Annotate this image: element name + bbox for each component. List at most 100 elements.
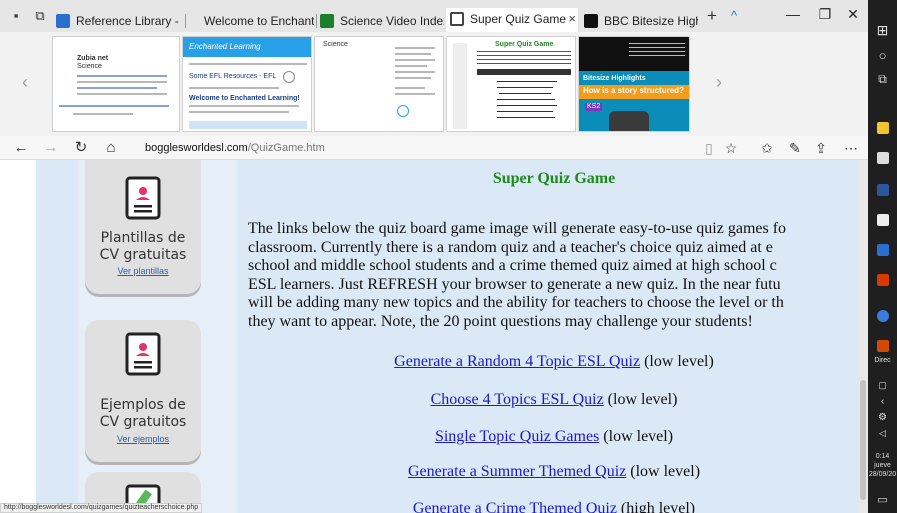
tray-expand-icon[interactable]: ‹ bbox=[868, 396, 897, 407]
quiz-link-row: Generate a Crime Themed Quiz (high level… bbox=[248, 500, 860, 513]
system-clock[interactable]: 0:14 jueve 28/09/20 bbox=[868, 452, 897, 479]
volume-icon[interactable]: ◁ bbox=[868, 428, 897, 439]
action-center-icon[interactable]: ▭ bbox=[868, 493, 897, 506]
quiz-level-text: (low level) bbox=[626, 463, 701, 480]
preview-text: Welcome to Enchanted Learning! bbox=[189, 95, 300, 102]
task-view-icon[interactable]: ⧉ bbox=[868, 72, 897, 87]
set-aside-tabs-icon[interactable]: ⧉ bbox=[30, 6, 50, 26]
reading-view-icon[interactable]: ▯ bbox=[698, 138, 720, 158]
favicon-icon bbox=[56, 14, 70, 28]
url-path: /QuizGame.htm bbox=[247, 142, 325, 154]
tab-preview-super-quiz-game[interactable]: Super Quiz Game bbox=[446, 36, 576, 132]
tab-preview-enchanted-learning[interactable]: Enchanted Learning Some EFL Resources - … bbox=[182, 36, 312, 132]
address-bar-row: ← → ↻ ⌂ bogglesworldesl.com/QuizGame.htm… bbox=[0, 136, 868, 160]
bbc-favicon-icon bbox=[584, 14, 598, 28]
close-tab-icon[interactable]: × bbox=[568, 8, 576, 30]
more-menu-icon[interactable]: ⋯ bbox=[840, 138, 862, 158]
store-icon[interactable] bbox=[877, 152, 889, 164]
quiz-link-row: Generate a Random 4 Topic ESL Quiz (low … bbox=[248, 353, 860, 371]
card-title-line1: Plantillas de bbox=[100, 230, 186, 246]
tab-preview-reference-library[interactable]: Zubia net Science bbox=[52, 36, 180, 132]
intro-line: ESL learners. Just REFRESH your browser … bbox=[248, 275, 781, 293]
notification-icon[interactable]: ▢ bbox=[868, 380, 897, 391]
tab-list-chevron-up-icon[interactable]: ^ bbox=[724, 6, 744, 26]
powerpoint-icon[interactable] bbox=[877, 274, 889, 286]
card-title-line2: CV gratuitos bbox=[99, 414, 187, 430]
quiz-level-text: (low level) bbox=[640, 353, 714, 370]
minimize-button[interactable]: — bbox=[778, 6, 808, 22]
refresh-icon[interactable]: ↻ bbox=[70, 138, 92, 158]
back-arrow-icon[interactable]: ← bbox=[10, 138, 32, 158]
tab-preview-bbc-bitesize[interactable]: Bitesize Highlights How is a story struc… bbox=[578, 36, 690, 132]
favorites-hub-icon[interactable]: ✩ bbox=[756, 138, 778, 158]
clock-date: 28/09/20 bbox=[868, 471, 897, 478]
web-note-pen-icon[interactable]: ✎ bbox=[784, 138, 806, 158]
browser-window: ▪ ⧉ Reference Library - Science Welcome … bbox=[0, 0, 868, 513]
tab-label: Reference Library - Science bbox=[76, 14, 182, 28]
tab-actions-icon[interactable]: ▪ bbox=[6, 6, 26, 26]
close-window-button[interactable]: ✕ bbox=[838, 6, 868, 23]
card-title-line2: CV gratuitas bbox=[99, 247, 187, 263]
cortana-circle-icon[interactable]: ○ bbox=[868, 48, 897, 63]
cv-examples-card[interactable]: Ejemplos de CV gratuitos Ver ejemplos bbox=[85, 320, 201, 462]
status-bar-url: http://bogglesworldesl.com/quizgames/qui… bbox=[0, 503, 203, 513]
cv-templates-card[interactable]: Plantillas de CV gratuitas Ver plantilla… bbox=[85, 160, 201, 294]
preview-scroll-left-icon[interactable]: ‹ bbox=[22, 72, 28, 93]
document-icon bbox=[125, 176, 161, 220]
tab-enchanted-learning[interactable]: Welcome to Enchanted Lear bbox=[186, 10, 314, 32]
chrome-icon[interactable] bbox=[877, 310, 889, 322]
tab-label: Science Video Index bbox=[340, 14, 444, 28]
choose-4-topics-quiz-link[interactable]: Choose 4 Topics ESL Quiz bbox=[431, 391, 604, 408]
preview-text: Science bbox=[77, 63, 102, 70]
windows-start-icon[interactable]: ⊞ bbox=[868, 22, 897, 39]
tab-bar: ▪ ⧉ Reference Library - Science Welcome … bbox=[0, 0, 868, 32]
preview-text: Bitesize Highlights bbox=[583, 75, 646, 82]
url-domain: bogglesworldesl.com bbox=[145, 142, 248, 154]
scrollbar-thumb[interactable] bbox=[860, 380, 866, 500]
main-content: Super Quiz Game The links below the quiz… bbox=[248, 160, 868, 513]
document-icon bbox=[125, 332, 161, 376]
web-page: Plantillas de CV gratuitas Ver plantilla… bbox=[0, 160, 868, 513]
page-favicon-icon bbox=[450, 12, 464, 26]
quiz-link-row: Generate a Summer Themed Quiz (low level… bbox=[248, 463, 860, 481]
favorite-star-icon[interactable]: ☆ bbox=[720, 138, 742, 158]
new-tab-button[interactable]: + bbox=[702, 6, 722, 26]
intro-line: they want to appear. Note, the 20 point … bbox=[248, 312, 753, 330]
restore-button[interactable]: ❐ bbox=[810, 6, 840, 23]
mail-icon[interactable] bbox=[877, 214, 889, 226]
intro-line: will be adding many new topics and the a… bbox=[248, 294, 784, 311]
word-icon[interactable] bbox=[877, 184, 889, 196]
single-topic-quiz-link[interactable]: Single Topic Quiz Games bbox=[435, 428, 599, 445]
preview-text: How is a story structured? bbox=[583, 86, 684, 95]
intro-paragraph: The links below the quiz board game imag… bbox=[248, 220, 868, 331]
view-templates-link[interactable]: Ver plantillas bbox=[85, 266, 201, 276]
tab-bbc-bitesize[interactable]: BBC Bitesize Highlights bbox=[580, 10, 698, 32]
quiz-level-text: (low level) bbox=[599, 428, 674, 445]
network-icon[interactable]: ⚙ bbox=[868, 412, 897, 423]
view-examples-link[interactable]: Ver ejemplos bbox=[85, 434, 201, 444]
windows-taskbar: ⊞ ○ ⧉ Direc ▢ ‹ ⚙ ◁ 0:14 jueve 28/09/20 … bbox=[868, 0, 897, 513]
favicon-icon bbox=[320, 14, 334, 28]
file-explorer-icon[interactable] bbox=[877, 122, 889, 134]
tab-label: BBC Bitesize Highlights bbox=[604, 14, 698, 28]
preview-scroll-right-icon[interactable]: › bbox=[716, 72, 722, 93]
tab-science-video-index[interactable]: Science Video Index bbox=[316, 10, 444, 32]
forward-arrow-icon[interactable]: → bbox=[40, 138, 62, 158]
tab-super-quiz-game[interactable]: Super Quiz Game × bbox=[446, 8, 578, 32]
tab-preview-science-video-index[interactable]: Science bbox=[314, 36, 444, 132]
random-4-topic-quiz-link[interactable]: Generate a Random 4 Topic ESL Quiz bbox=[394, 353, 640, 370]
pdf-icon[interactable] bbox=[877, 340, 889, 352]
card-title-line1: Ejemplos de bbox=[100, 397, 186, 413]
address-input[interactable]: bogglesworldesl.com/QuizGame.htm bbox=[145, 140, 325, 156]
intro-line: classroom. Currently there is a random q… bbox=[248, 238, 773, 256]
summer-themed-quiz-link[interactable]: Generate a Summer Themed Quiz bbox=[408, 463, 626, 480]
share-icon[interactable]: ⇪ bbox=[810, 138, 832, 158]
clock-day: jueve bbox=[874, 462, 891, 469]
tab-reference-library[interactable]: Reference Library - Science bbox=[52, 10, 182, 32]
home-icon[interactable]: ⌂ bbox=[100, 138, 122, 158]
edge-icon[interactable] bbox=[877, 244, 889, 256]
preview-text: Super Quiz Game bbox=[495, 41, 554, 48]
crime-themed-quiz-link[interactable]: Generate a Crime Themed Quiz bbox=[413, 500, 617, 513]
page-title: Super Quiz Game bbox=[492, 170, 616, 187]
quiz-level-text: (high level) bbox=[616, 500, 696, 513]
